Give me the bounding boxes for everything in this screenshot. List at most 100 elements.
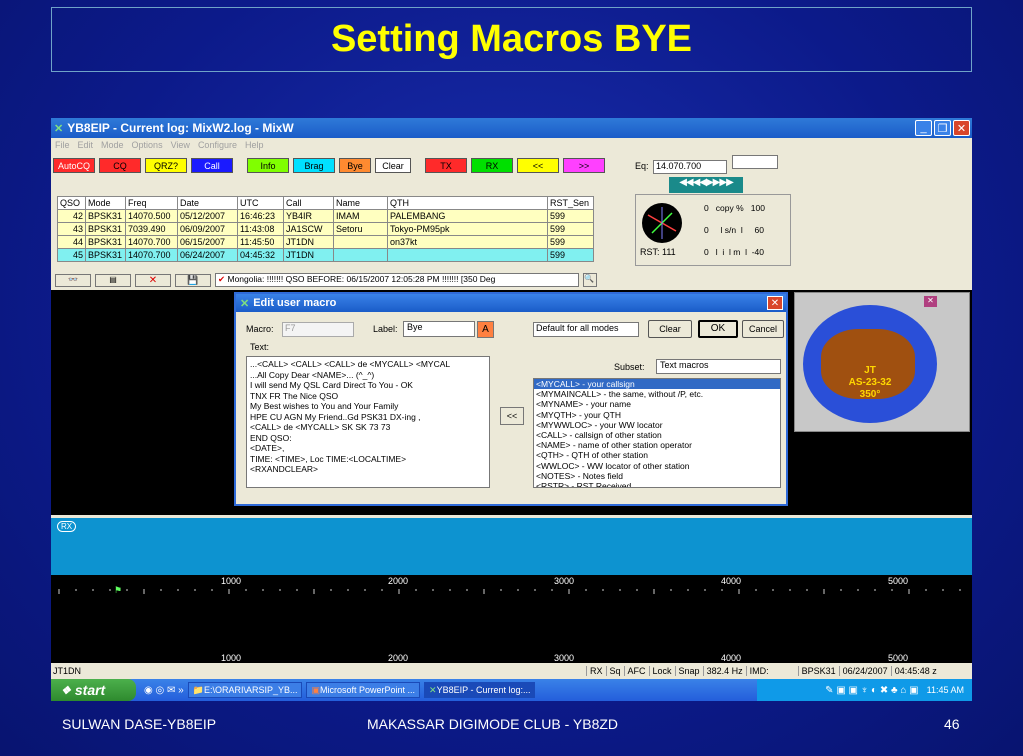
ruler-label: 1000: [221, 653, 242, 663]
scope-icon: [647, 207, 677, 239]
start-button[interactable]: ❖ start: [51, 679, 136, 701]
menu-mode[interactable]: Mode: [101, 140, 124, 150]
col-header[interactable]: QSO: [57, 196, 86, 210]
status-rx[interactable]: RX: [586, 666, 606, 676]
label-input[interactable]: Bye: [403, 321, 475, 337]
macro-button-info[interactable]: Info: [247, 158, 289, 173]
table-row[interactable]: 42 BPSK31 14070.500 05/12/2007 16:46:23 YB4IR…: [57, 209, 594, 223]
restore-button[interactable]: ❐: [934, 120, 951, 136]
macro-text-area[interactable]: ...<CALL> <CALL> <CALL> de <MYCALL> <MYC…: [246, 356, 490, 488]
col-header[interactable]: Name: [333, 196, 388, 210]
macro-button-rx[interactable]: RX: [471, 158, 513, 173]
table-row[interactable]: 44 BPSK31 14070.700 06/15/2007 11:45:50 JT1DN…: [57, 235, 594, 249]
eq-nav-arrows[interactable]: ◀◀◀◀▶▶▶▶: [669, 177, 743, 193]
status-snap[interactable]: Snap: [674, 666, 703, 676]
macro-select[interactable]: F7: [282, 322, 354, 337]
task-explorer-label: E:\ORARI\ARSIP_YB...: [203, 685, 298, 695]
list-item[interactable]: <RSTR> - RST Received: [534, 481, 780, 487]
status-sq[interactable]: Sq: [605, 666, 624, 676]
col-header[interactable]: Call: [283, 196, 334, 210]
subset-select[interactable]: Text macros: [656, 359, 781, 374]
menu-view[interactable]: View: [171, 140, 190, 150]
menu-file[interactable]: File: [55, 140, 70, 150]
menu-configure[interactable]: Configure: [198, 140, 237, 150]
window-titlebar[interactable]: ✕ YB8EIP - Current log: MixW2.log - MixW: [51, 118, 972, 138]
mode-select[interactable]: Default for all modes: [533, 322, 639, 337]
dialog-clear-button[interactable]: Clear: [648, 320, 692, 338]
list-item[interactable]: <MYMAINCALL> - the same, without /P, etc…: [534, 389, 780, 399]
macro-button-qrz[interactable]: QRZ?: [145, 158, 187, 173]
table-cell: [333, 248, 388, 262]
cursor-marker-icon[interactable]: ⚑: [114, 585, 122, 596]
macro-text-line: I will send My QSL Card Direct To You - …: [250, 380, 413, 390]
list-item[interactable]: <CALL> - callsign of other station: [534, 430, 780, 440]
table-row[interactable]: 45 BPSK31 14070.700 06/24/2007 04:45:32 JT1DN…: [57, 248, 594, 262]
minimize-button[interactable]: _: [915, 120, 932, 136]
dialog-cancel-button[interactable]: Cancel: [742, 320, 784, 338]
task-powerpoint[interactable]: ▣ Microsoft PowerPoint ...: [306, 682, 421, 698]
macro-button-next[interactable]: >>: [563, 158, 605, 173]
macro-button-prev[interactable]: <<: [517, 158, 559, 173]
menu-help[interactable]: Help: [245, 140, 264, 150]
waterfall-rx-panel[interactable]: RX: [51, 518, 972, 575]
eq-second-select[interactable]: [731, 155, 778, 169]
macro-button-call[interactable]: Call: [191, 158, 233, 173]
quicklaunch-icons[interactable]: ◉ ◎ ✉ »: [144, 685, 184, 696]
dialog-ok-button[interactable]: OK: [698, 320, 738, 338]
table-cell: 599: [547, 235, 594, 249]
save-icon[interactable]: 💾: [175, 273, 211, 287]
macro-button-bye[interactable]: Bye: [339, 158, 371, 173]
col-header[interactable]: UTC: [237, 196, 284, 210]
list-item[interactable]: <MYQTH> - your QTH: [534, 410, 780, 420]
dialog-close-button[interactable]: ✕: [767, 296, 783, 310]
list-item[interactable]: <QTH> - QTH of other station: [534, 450, 780, 460]
macro-button-clear[interactable]: Clear: [375, 158, 411, 173]
status-time: 04:45:48 z: [890, 666, 940, 676]
task-mixw[interactable]: ✕ YB8EIP - Current log:...: [424, 682, 536, 698]
macro-button-cq[interactable]: CQ: [99, 158, 141, 173]
col-header[interactable]: Date: [177, 196, 238, 210]
task-explorer[interactable]: 📁 E:\ORARI\ARSIP_YB...: [187, 682, 303, 698]
globe-close-button[interactable]: ✕: [924, 296, 937, 307]
macro-text-line: My Best wishes to You and Your Family: [250, 401, 399, 411]
table-cell: 14070.700: [125, 235, 178, 249]
menu-edit[interactable]: Edit: [78, 140, 94, 150]
info-line[interactable]: ✔ Mongolia: !!!!!!! QSO BEFORE: 06/15/20…: [215, 273, 579, 287]
table-row[interactable]: 43 BPSK31 7039.490 06/09/2007 11:43:08 JA1SCW…: [57, 222, 594, 236]
search-button[interactable]: 🔍: [583, 273, 597, 287]
macro-button-tx[interactable]: TX: [425, 158, 467, 173]
tray-icons[interactable]: ✎ ▣ ▣ ♆ ◐ ✖ ♣ ⌂ ▣: [825, 685, 918, 696]
list-item[interactable]: <MYWWLOC> - your WW locator: [534, 420, 780, 430]
table-cell: 14070.700: [125, 248, 178, 262]
list-item[interactable]: <MYCALL> - your callsign: [534, 379, 780, 390]
meter-row-copy: 0 copy % 100: [704, 203, 765, 213]
list-item[interactable]: <NOTES> - Notes field: [534, 471, 780, 481]
menu-options[interactable]: Options: [132, 140, 163, 150]
macro-button-brag[interactable]: Brag: [293, 158, 335, 173]
col-header[interactable]: RST_Sen: [547, 196, 594, 210]
list-item[interactable]: <MYNAME> - your name: [534, 399, 780, 409]
status-freq: 382.4 Hz: [702, 666, 746, 676]
delete-button[interactable]: ✕: [135, 273, 171, 287]
status-afc[interactable]: AFC: [623, 666, 649, 676]
col-header[interactable]: QTH: [387, 196, 548, 210]
macro-list[interactable]: <MYCALL> - your callsign <MYMAINCALL> - t…: [533, 378, 781, 488]
binoculars-button[interactable]: 👓: [55, 273, 91, 287]
ruler-label: 5000: [888, 576, 909, 586]
col-header[interactable]: Mode: [85, 196, 126, 210]
close-button[interactable]: ✕: [953, 120, 970, 136]
dialog-titlebar[interactable]: ✕ Edit user macro: [236, 294, 786, 312]
log-button[interactable]: ▤: [95, 273, 131, 287]
list-item[interactable]: <WWLOC> - WW locator of other station: [534, 461, 780, 471]
status-date: 06/24/2007: [838, 666, 891, 676]
list-item[interactable]: <NAME> - name of other station operator: [534, 440, 780, 450]
eq-frequency-select[interactable]: 14.070.700: [653, 160, 728, 174]
frequency-ruler[interactable]: 1000 2000 3000 4000 5000 1000 2000 3000 4000 500…: [51, 575, 972, 663]
col-header[interactable]: Freq: [125, 196, 178, 210]
font-button[interactable]: A: [477, 321, 494, 338]
macro-button-autocq[interactable]: AutoCQ: [53, 158, 95, 173]
macro-button-row: AutoCQ CQ QRZ? Call Info Brag Bye Clear TX RX << >>: [53, 158, 605, 173]
insert-macro-button[interactable]: <<: [500, 407, 524, 425]
macro-field-label: Macro:: [246, 324, 274, 334]
status-lock[interactable]: Lock: [648, 666, 675, 676]
